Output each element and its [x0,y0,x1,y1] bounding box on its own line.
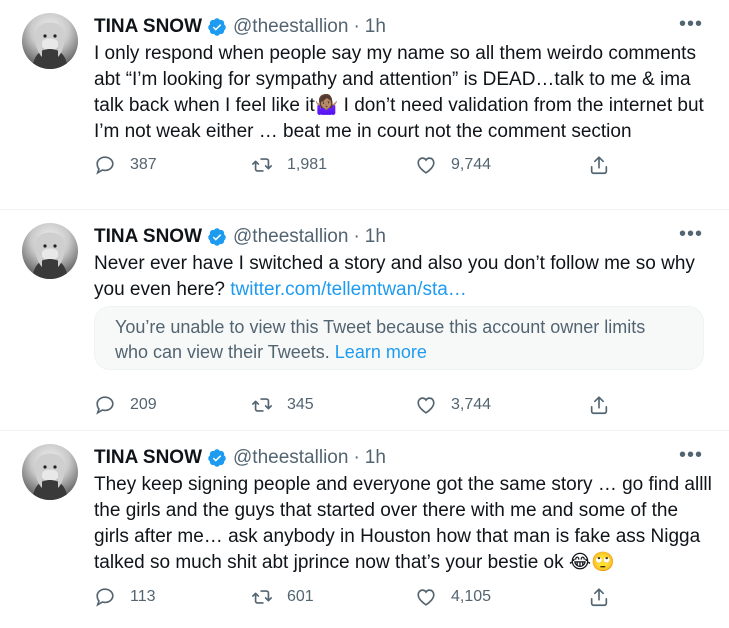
tweet-text: They keep signing people and everyone go… [94,474,712,573]
like-count: 4,105 [451,588,492,605]
tweet[interactable]: TINA SNOW @theestallion · 1h ••• Never e… [0,210,729,431]
tweet[interactable]: TINA SNOW @theestallion · 1h ••• They ke… [0,431,729,628]
reply-count: 387 [130,156,157,173]
handle[interactable]: @theestallion [233,447,348,469]
tweet-header: TINA SNOW @theestallion · 1h [94,447,386,469]
display-name[interactable]: TINA SNOW [94,16,202,38]
tweet-header: TINA SNOW @theestallion · 1h [94,16,386,38]
tweet-actions: 113 601 4,105 [94,586,614,610]
avatar[interactable] [22,444,78,500]
share-icon [588,394,610,416]
learn-more-link[interactable]: Learn more [335,342,427,362]
retweet-icon [251,154,273,176]
timestamp[interactable]: 1h [365,16,386,38]
timestamp[interactable]: 1h [365,447,386,469]
tweet-header: TINA SNOW @theestallion · 1h [94,226,386,248]
tweet-text: Never ever have I switched a story and a… [94,251,714,303]
tweet-actions: 209 345 3,744 [94,394,614,418]
share-button[interactable] [588,394,624,416]
reply-icon [94,154,116,176]
reply-button[interactable]: 209 [94,394,157,416]
like-count: 9,744 [451,156,492,173]
tweet[interactable]: TINA SNOW @theestallion · 1h ••• I only … [0,0,729,210]
separator-dot: · [353,16,360,37]
reply-icon [94,394,116,416]
like-count: 3,744 [451,396,492,413]
retweet-icon [251,394,273,416]
display-name[interactable]: TINA SNOW [94,447,202,469]
like-button[interactable]: 3,744 [415,394,491,416]
retweet-button[interactable]: 601 [251,586,314,608]
avatar-image [32,453,68,500]
share-icon [588,154,610,176]
reply-count: 209 [130,396,157,413]
like-icon [415,154,437,176]
share-button[interactable] [588,586,624,608]
tweet-link[interactable]: twitter.com/tellemtwan/sta… [230,279,467,300]
share-button[interactable] [588,154,624,176]
verified-badge-icon [207,17,227,37]
verified-badge-icon [207,227,227,247]
quoted-tweet-unavailable: You’re unable to view this Tweet because… [94,306,704,370]
more-icon[interactable]: ••• [679,14,703,34]
separator-dot: · [353,447,360,468]
like-button[interactable]: 4,105 [415,586,491,608]
reply-button[interactable]: 387 [94,154,157,176]
tweet-actions: 387 1,981 9,744 [94,154,614,178]
avatar-image [32,22,68,69]
reply-count: 113 [130,588,156,605]
verified-badge-icon [207,448,227,468]
more-icon[interactable]: ••• [679,445,703,465]
retweet-count: 1,981 [287,156,328,173]
separator-dot: · [353,226,360,247]
avatar[interactable] [22,13,78,69]
avatar-image [32,232,68,279]
handle[interactable]: @theestallion [233,16,348,38]
reply-button[interactable]: 113 [94,586,156,608]
avatar[interactable] [22,223,78,279]
handle[interactable]: @theestallion [233,226,348,248]
like-icon [415,394,437,416]
retweet-count: 345 [287,396,314,413]
timestamp[interactable]: 1h [365,226,386,248]
like-icon [415,586,437,608]
reply-icon [94,586,116,608]
more-icon[interactable]: ••• [679,224,703,244]
share-icon [588,586,610,608]
tweet-text: I only respond when people say my name s… [94,43,704,142]
like-button[interactable]: 9,744 [415,154,491,176]
retweet-count: 601 [287,588,314,605]
retweet-icon [251,586,273,608]
retweet-button[interactable]: 345 [251,394,314,416]
retweet-button[interactable]: 1,981 [251,154,327,176]
display-name[interactable]: TINA SNOW [94,226,202,248]
